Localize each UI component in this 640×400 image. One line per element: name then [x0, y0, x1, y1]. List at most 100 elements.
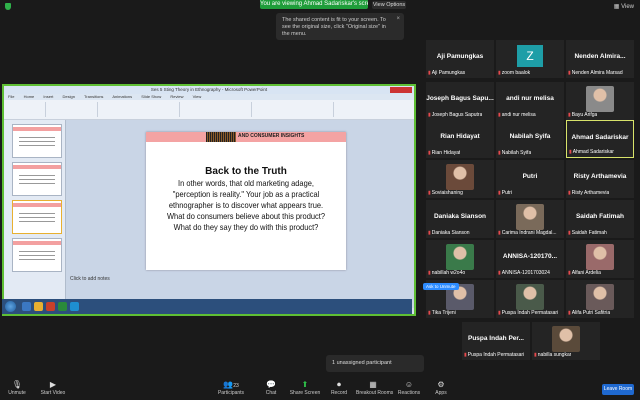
participant-video: [586, 284, 614, 310]
participant-name-large: Risty Arthamevia: [573, 173, 627, 180]
drawing-group[interactable]: [254, 102, 334, 117]
ribbon-tab[interactable]: Design: [63, 94, 75, 99]
unmute-button[interactable]: 🎙 Unmute: [0, 380, 34, 396]
participant-caption: ▮zoom baalok: [498, 70, 530, 76]
grid-icon: ▦: [613, 4, 622, 10]
participant-video: [446, 164, 474, 190]
current-slide[interactable]: AND CONSUMER INSIGHTS Back to the Truth …: [146, 132, 346, 270]
participant-name: Nenden Almira Marsad: [571, 70, 623, 76]
participant-tile[interactable]: Ahmad Sadariskar ▮Ahmad Sadariskar: [566, 120, 634, 158]
ribbon-tab[interactable]: Home: [24, 94, 35, 99]
ribbon-tab[interactable]: Transitions: [84, 94, 103, 99]
view-options-button[interactable]: View Options: [372, 1, 406, 9]
app-icon[interactable]: [58, 302, 67, 311]
participant-tile[interactable]: Rian Hidayat ▮Rian Hidayat: [426, 120, 494, 158]
participant-name-large: Daniaka Sianson: [433, 213, 487, 220]
participant-tile[interactable]: Joseph Bagus Sapu... ▮Joseph Bagus Saputr…: [426, 82, 494, 120]
close-icon[interactable]: ×: [396, 16, 400, 23]
unassigned-participant-notice[interactable]: 1 unassigned participant: [326, 355, 424, 372]
share-screen-button[interactable]: ⬆ Share Screen: [288, 380, 322, 396]
muted-mic-icon: ▮: [428, 230, 431, 236]
participant-caption: ▮Nenden Almira Marsad: [568, 70, 623, 76]
paragraph-group[interactable]: [182, 102, 252, 117]
muted-mic-icon: ▮: [498, 270, 501, 276]
slides-group[interactable]: [48, 102, 98, 117]
leave-room-button[interactable]: Leave Room: [602, 384, 634, 395]
participant-name-large: Rian Hidayat: [440, 133, 480, 140]
ribbon-tab[interactable]: Insert: [43, 94, 53, 99]
participant-name-large: Nenden Almira...: [574, 53, 626, 60]
slide-thumbnail-selected[interactable]: [12, 200, 62, 234]
start-video-button[interactable]: ▶ Start Video: [36, 380, 70, 396]
ribbon-tab[interactable]: Slide Show: [141, 94, 161, 99]
participant-name: Alifa Putri Safitria: [571, 310, 611, 316]
powerpoint-workspace: AND CONSUMER INSIGHTS Back to the Truth …: [4, 120, 414, 308]
participant-video: [516, 284, 544, 310]
ribbon-tab[interactable]: View: [193, 94, 202, 99]
slide-thumbnails[interactable]: [4, 120, 66, 308]
participant-name-large: Saidah Fatimah: [575, 213, 625, 220]
participant-tile[interactable]: Aji Pamungkas ▮Aji Pamungkas: [426, 40, 494, 78]
participant-video: [552, 326, 580, 352]
reactions-button[interactable]: ☺ Reactions: [392, 380, 426, 396]
participant-tile[interactable]: ▮Carima Indrani Magdal...: [496, 200, 564, 238]
windows-taskbar: [2, 299, 412, 314]
header-label: AND CONSUMER INSIGHTS: [238, 133, 305, 139]
ie-icon[interactable]: [22, 302, 31, 311]
slide-line: What do consumers believe about this pro…: [166, 211, 325, 221]
participant-tile[interactable]: andi nur melisa ▮andi nur melisa: [496, 82, 564, 120]
participant-tile[interactable]: Daniaka Sianson ▮Daniaka Sianson: [426, 200, 494, 238]
participant-tile[interactable]: Saidah Fatimah ▮Saidah Fatimah: [566, 200, 634, 238]
participant-tile[interactable]: ▮Soviaishaning: [426, 160, 494, 198]
participant-tile[interactable]: ▮Alfani Ardelia: [566, 240, 634, 278]
participant-tile[interactable]: ▮nabillah w2o4o: [426, 240, 494, 278]
editing-group[interactable]: [336, 102, 406, 117]
participant-tile[interactable]: Puspa Indah Per... ▮Puspa Indah Permatasa…: [462, 322, 530, 360]
folder-icon[interactable]: [34, 302, 43, 311]
ribbon-tab[interactable]: Animations: [112, 94, 132, 99]
notice-text: The shared content is fit to your screen…: [282, 17, 386, 37]
ribbon-tab[interactable]: File: [8, 94, 14, 99]
notes-pane[interactable]: Click to add notes: [70, 276, 110, 282]
participant-name: Tika Trijeni: [431, 310, 456, 316]
muted-mic-icon: ▮: [498, 112, 501, 118]
muted-mic-icon: ▮: [498, 230, 501, 236]
view-button[interactable]: ▦ View: [614, 3, 634, 10]
slide-thumbnail[interactable]: [12, 124, 62, 158]
participant-tile[interactable]: Risty Arthamevia ▮Risty Arthamevia: [566, 160, 634, 198]
ask-to-unmute-button[interactable]: Ask to Unmute: [423, 283, 459, 290]
clipboard-group[interactable]: [6, 102, 46, 117]
participant-caption: ▮Risty Arthamevia: [568, 190, 609, 196]
participants-button[interactable]: 👥23 Participants: [214, 380, 248, 396]
ribbon-tab[interactable]: Review: [170, 94, 183, 99]
participant-tile[interactable]: Nabilah Syifa ▮Nabilah Syifa: [496, 120, 564, 158]
start-button[interactable]: [5, 301, 16, 312]
muted-mic-icon: ▮: [498, 150, 501, 156]
security-shield-icon[interactable]: [5, 3, 11, 10]
font-group[interactable]: [100, 102, 180, 117]
participant-tile[interactable]: Nenden Almira... ▮Nenden Almira Marsad: [566, 40, 634, 78]
participant-tile[interactable]: ▮Bayu Arifga: [566, 82, 634, 120]
participant-tile[interactable]: ANNISA-120170... ▮ANNISA-1201703024: [496, 240, 564, 278]
muted-mic-icon: ▮: [428, 190, 431, 196]
participant-tile[interactable]: ▮nabilla sungkar: [532, 322, 600, 360]
participant-tile[interactable]: ▮Puspa Indah Permatasari: [496, 280, 564, 318]
participant-name: Puspa Indah Permatasari: [467, 352, 525, 358]
breakout-rooms-button[interactable]: ▦ Breakout Rooms: [356, 380, 393, 396]
slide-thumbnail[interactable]: [12, 238, 62, 272]
chat-icon: 💬: [266, 380, 276, 389]
app-icon[interactable]: [70, 302, 79, 311]
participant-name-large: Ahmad Sadariskar: [571, 134, 629, 141]
video-camera-icon: ▶: [49, 380, 57, 389]
participant-tile[interactable]: ▮Alifa Putri Safitria: [566, 280, 634, 318]
chat-button[interactable]: 💬 Chat: [254, 380, 288, 396]
participant-caption: ▮Puspa Indah Permatasari: [464, 352, 524, 358]
window-controls[interactable]: [390, 87, 412, 93]
slide-thumbnail[interactable]: [12, 162, 62, 196]
participant-tile[interactable]: Putri ▮Putri: [496, 160, 564, 198]
participant-tile[interactable]: Z ▮zoom baalok: [496, 40, 564, 78]
apps-button[interactable]: ⚙ Apps: [424, 380, 458, 396]
muted-mic-icon: ▮: [464, 352, 467, 358]
record-button[interactable]: ⏺ Record: [322, 380, 356, 396]
powerpoint-icon[interactable]: [46, 302, 55, 311]
